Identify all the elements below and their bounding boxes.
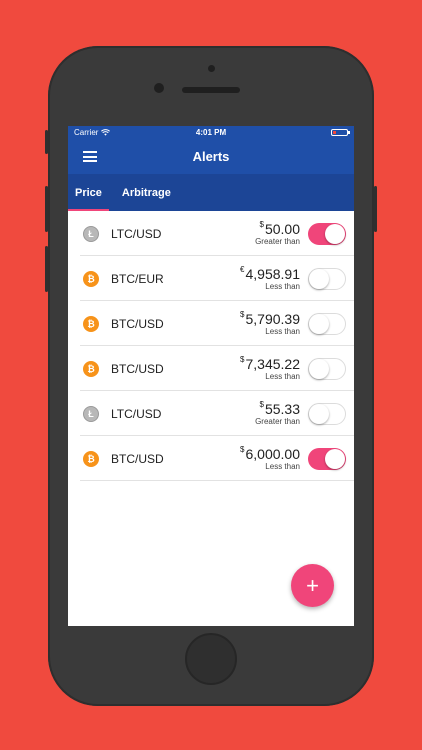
currency-symbol: $ [240,444,245,454]
alert-price: $6,000.00 [240,444,301,462]
currency-symbol: $ [259,399,264,409]
list-item[interactable]: ₿ BTC/USD $6,000.00 Less than [68,436,354,481]
alert-price: $5,790.39 [240,309,301,327]
bitcoin-icon: ₿ [83,270,99,287]
status-time: 4:01 PM [195,128,227,137]
alert-toggle[interactable] [308,222,346,245]
volume-down-button [45,246,48,292]
currency-symbol: € [240,264,245,274]
alert-price-block: €4,958.91 Less than [240,264,301,291]
toggle-knob [309,313,329,334]
alert-pair: LTC/USD [111,406,162,421]
alert-price: $55.33 [255,399,301,417]
litecoin-icon: Ł [83,225,99,242]
status-bar: Carrier 4:01 PM [68,126,354,139]
alert-pair: BTC/USD [111,316,164,331]
alert-toggle[interactable] [308,312,346,335]
currency-symbol: $ [240,354,245,364]
home-button [185,633,237,685]
power-button [374,186,377,232]
alert-price-block: $50.00 Greater than [255,219,301,246]
battery-icon [331,129,350,136]
alert-price: €4,958.91 [240,264,301,282]
front-camera-icon [208,65,215,72]
alert-pair: LTC/USD [111,226,162,241]
app-screen: Carrier 4:01 PM Alerts Price Arbitrage Ł… [68,126,354,626]
bitcoin-icon: ₿ [83,360,99,377]
alert-price-block: $7,345.22 Less than [240,354,301,381]
currency-symbol: $ [259,219,264,229]
tab-bar: Price Arbitrage [68,174,354,211]
bitcoin-icon: ₿ [83,315,99,332]
app-bar: Alerts [68,139,354,174]
list-item[interactable]: ₿ BTC/EUR €4,958.91 Less than [68,256,354,301]
bitcoin-icon: ₿ [83,450,99,467]
alert-pair: BTC/USD [111,361,164,376]
toggle-knob [309,358,329,379]
toggle-knob [325,448,345,469]
silent-switch [45,130,48,154]
tab-price[interactable]: Price [68,174,109,211]
add-alert-button[interactable]: + [291,564,334,607]
toggle-knob [309,403,329,424]
alert-amount: 4,958.91 [245,265,301,282]
toggle-knob [325,223,345,244]
alert-amount: 5,790.39 [245,310,301,327]
list-item[interactable]: Ł LTC/USD $55.33 Greater than [68,391,354,436]
alert-condition: Greater than [255,236,300,246]
currency-symbol: $ [240,309,245,319]
alert-condition: Less than [265,326,300,336]
alert-price-block: $5,790.39 Less than [240,309,301,336]
alert-list: Ł LTC/USD $50.00 Greater than ₿ BTC/EUR €4,958… [68,211,354,481]
alert-toggle[interactable] [308,357,346,380]
alert-price: $7,345.22 [240,354,301,372]
hamburger-menu-icon[interactable] [83,151,97,162]
volume-up-button [45,186,48,232]
earpiece-speaker [182,87,240,93]
alert-toggle[interactable] [308,447,346,470]
list-item[interactable]: ₿ BTC/USD $5,790.39 Less than [68,301,354,346]
alert-price-block: $6,000.00 Less than [240,444,301,471]
page-title: Alerts [192,149,230,164]
alert-price-block: $55.33 Greater than [255,399,301,426]
alert-amount: 7,345.22 [245,355,301,372]
alert-pair: BTC/EUR [111,271,164,286]
list-item[interactable]: Ł LTC/USD $50.00 Greater than [68,211,354,256]
alert-toggle[interactable] [308,267,346,290]
alert-amount: 55.33 [264,400,300,417]
list-item[interactable]: ₿ BTC/USD $7,345.22 Less than [68,346,354,391]
alert-amount: 50.00 [264,220,300,237]
alert-toggle[interactable] [308,402,346,425]
alert-price: $50.00 [255,219,301,237]
toggle-knob [309,268,329,289]
alert-condition: Less than [265,281,300,291]
alert-pair: BTC/USD [111,451,164,466]
alert-condition: Less than [265,371,300,381]
alert-condition: Greater than [255,416,300,426]
tab-arbitrage[interactable]: Arbitrage [115,174,178,211]
alert-amount: 6,000.00 [245,445,301,462]
litecoin-icon: Ł [83,405,99,422]
alert-condition: Less than [265,461,300,471]
sensor-icon [154,83,164,93]
